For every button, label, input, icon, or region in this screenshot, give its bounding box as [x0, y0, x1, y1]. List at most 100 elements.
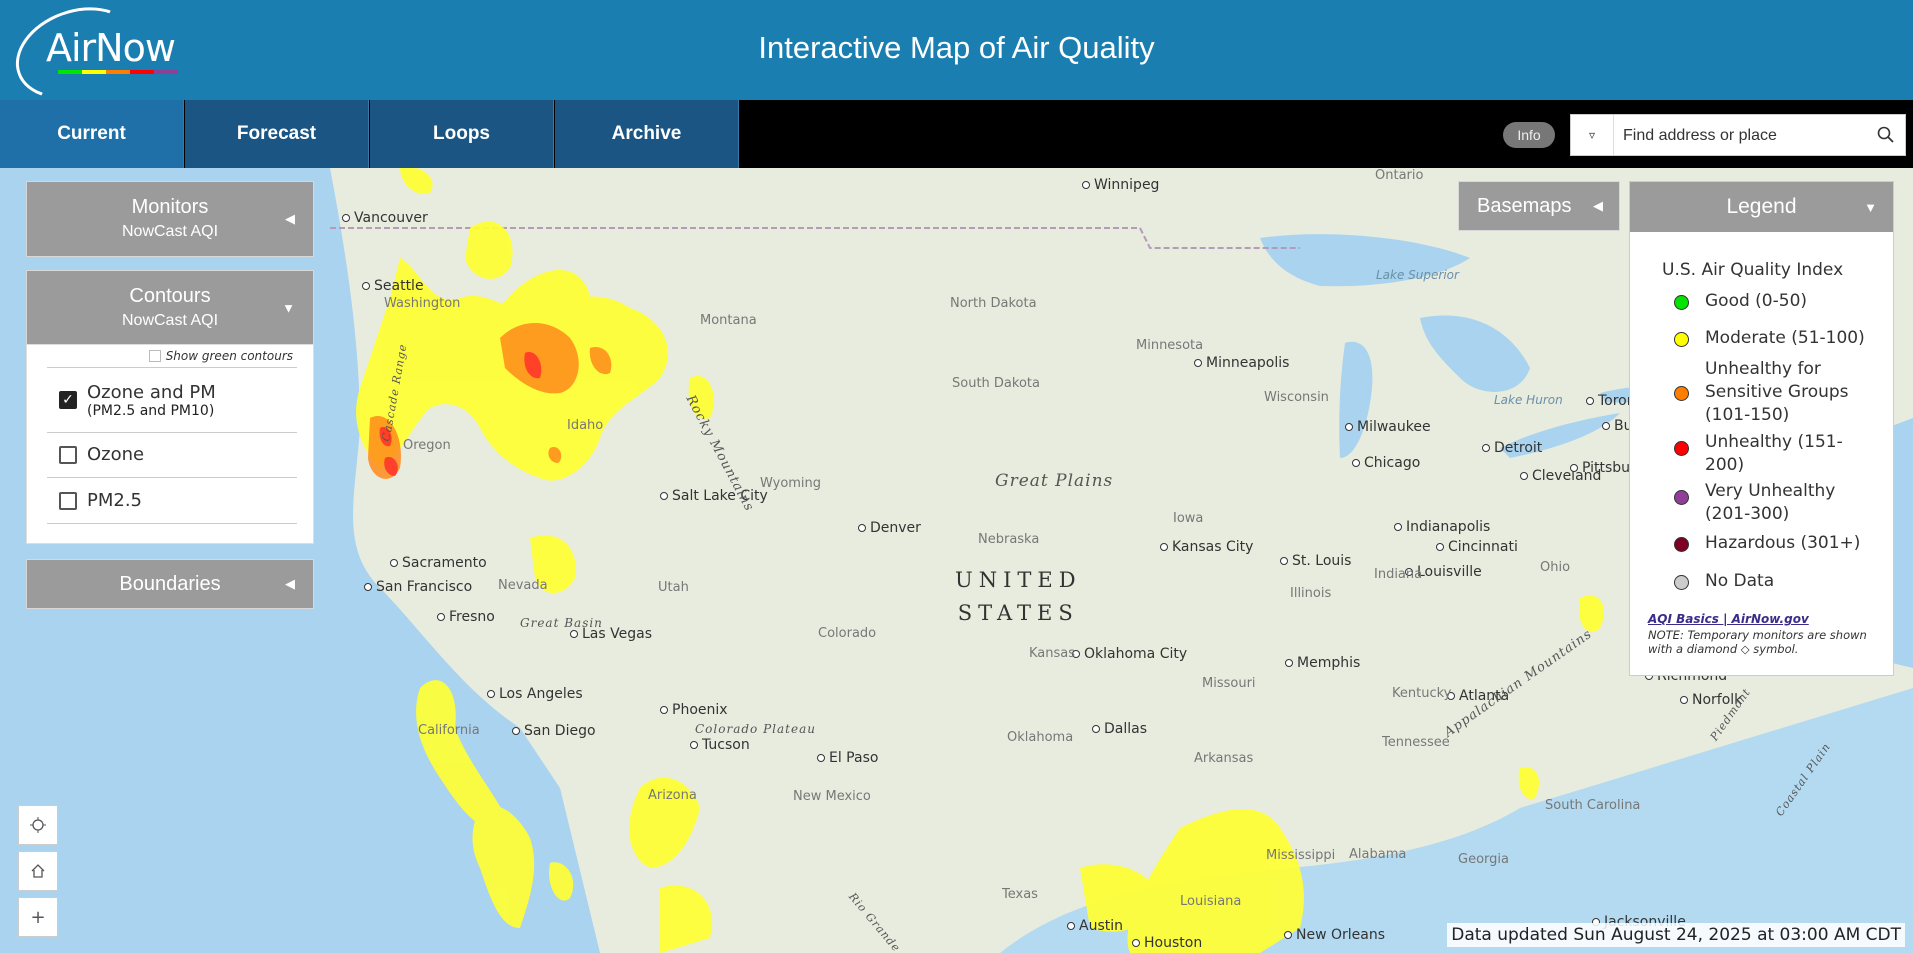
- legend-label: Unhealthy for Sensitive Groups (101-150): [1705, 359, 1849, 425]
- header: AirNow Interactive Map of Air Quality: [0, 0, 1913, 115]
- legend-label: Unhealthy (151-200): [1705, 432, 1843, 475]
- tab-forecast[interactable]: Forecast: [185, 100, 369, 168]
- contours-title: Contours: [129, 285, 211, 307]
- collapse-arrow-icon: ◀: [285, 211, 295, 226]
- show-green-contours-option[interactable]: Show green contours: [148, 349, 293, 363]
- legend-item-no-data: No Data: [1674, 570, 1889, 593]
- search-source-dropdown[interactable]: ▿: [1571, 115, 1614, 155]
- map-state-label: Nevada: [498, 578, 548, 593]
- boundaries-title: Boundaries: [119, 573, 221, 595]
- basemaps-button[interactable]: Basemaps ◀: [1458, 181, 1620, 231]
- legend-item-moderate: Moderate (51-100): [1674, 327, 1889, 350]
- map-state-label: Arizona: [648, 788, 697, 803]
- basemaps-label: Basemaps: [1477, 194, 1572, 217]
- map-state-label: Missouri: [1202, 676, 1256, 691]
- locate-button[interactable]: [18, 805, 58, 845]
- contour-option-ozone-pm[interactable]: ✓ Ozone and PM (PM2.5 and PM10): [47, 367, 297, 433]
- search-input[interactable]: [1621, 115, 1865, 157]
- green-contours-checkbox[interactable]: [148, 350, 161, 362]
- map-state-label: Wyoming: [760, 476, 822, 491]
- map-state-label: California: [418, 723, 480, 738]
- map-water-label: Lake Superior: [1376, 268, 1459, 282]
- contours-panel-body: Show green contours ✓ Ozone and PM (PM2.…: [26, 344, 314, 544]
- chevron-down-icon: ▿: [1588, 128, 1596, 142]
- contour-option-ozone[interactable]: Ozone: [47, 432, 297, 478]
- map-state-label: Montana: [700, 313, 757, 328]
- legend-header[interactable]: Legend ▼: [1630, 182, 1893, 232]
- map-city-label: Winnipeg: [1082, 177, 1159, 193]
- contour-option-pm25[interactable]: PM2.5: [47, 478, 297, 524]
- tab-archive[interactable]: Archive: [555, 100, 739, 168]
- map-city-label: Detroit: [1482, 440, 1542, 456]
- green-contours-label: Show green contours: [165, 349, 293, 363]
- map-state-label: Georgia: [1458, 852, 1509, 867]
- data-updated-timestamp: Data updated Sun August 24, 2025 at 03:0…: [1447, 923, 1905, 947]
- legend-swatch: [1674, 332, 1689, 347]
- map-city-label: Memphis: [1285, 655, 1360, 671]
- map-state-label: Oklahoma: [1007, 730, 1074, 745]
- map-state-label: Indiana: [1374, 567, 1423, 582]
- expand-arrow-icon: ▼: [282, 300, 295, 316]
- page-title: Interactive Map of Air Quality: [758, 30, 1155, 65]
- map-city-label: Sacramento: [390, 555, 487, 571]
- legend-label: No Data: [1705, 571, 1775, 591]
- plus-icon: +: [30, 906, 46, 928]
- locate-icon: [30, 817, 46, 833]
- info-button[interactable]: Info: [1503, 122, 1555, 148]
- legend-item-good: Good (0-50): [1674, 290, 1889, 313]
- monitors-panel-header[interactable]: Monitors NowCast AQI ◀: [26, 181, 314, 257]
- map-city-label: Kansas City: [1160, 539, 1253, 555]
- collapse-arrow-icon: ◀: [285, 576, 295, 591]
- legend-swatch: [1674, 575, 1689, 590]
- tab-current[interactable]: Current: [0, 100, 184, 168]
- monitors-subtitle: NowCast AQI: [121, 223, 219, 240]
- map-state-label: Louisiana: [1180, 894, 1242, 909]
- contours-subtitle: NowCast AQI: [121, 312, 219, 329]
- map-state-label: Texas: [1002, 887, 1038, 902]
- map-state-label: Kansas: [1029, 646, 1076, 661]
- option-label: PM2.5: [87, 490, 143, 511]
- map-city-label: Fresno: [437, 609, 495, 625]
- map-state-label: Ohio: [1540, 560, 1571, 575]
- checkbox-ozone-pm[interactable]: ✓: [59, 391, 77, 409]
- map-city-label: St. Louis: [1280, 553, 1351, 569]
- map-state-label: Illinois: [1290, 586, 1332, 601]
- map-state-label: Oregon: [403, 438, 451, 453]
- legend-note: NOTE: Temporary monitors are shown with …: [1648, 628, 1867, 656]
- legend-swatch: [1674, 295, 1689, 310]
- map-city-label: Dallas: [1092, 721, 1147, 737]
- lake-michigan: [1339, 341, 1373, 458]
- map-state-label: South Dakota: [952, 376, 1040, 391]
- legend-item-hazardous: Hazardous (301+): [1674, 532, 1889, 555]
- contours-panel-header[interactable]: Contours NowCast AQI ▼: [26, 270, 314, 346]
- search-box: ▿: [1570, 114, 1906, 157]
- map-state-label: Idaho: [567, 418, 604, 433]
- legend-swatch: [1674, 490, 1689, 505]
- map-state-label: Iowa: [1173, 511, 1204, 526]
- search-icon[interactable]: [1875, 124, 1897, 146]
- expand-arrow-icon: ▼: [1864, 199, 1877, 215]
- checkbox-ozone[interactable]: [59, 445, 77, 464]
- aqi-basics-link[interactable]: AQI Basics | AirNow.gov: [1648, 612, 1809, 626]
- zoom-in-button[interactable]: +: [18, 897, 58, 937]
- map-city-label: Los Angeles: [487, 686, 583, 702]
- tab-loops[interactable]: Loops: [370, 100, 554, 168]
- map-city-label: El Paso: [817, 750, 878, 766]
- map-region-label: Great Basin: [520, 616, 603, 630]
- legend-item-unhealthy: Unhealthy (151-200): [1674, 431, 1889, 477]
- map-state-label: Alabama: [1349, 847, 1407, 862]
- home-button[interactable]: [18, 851, 58, 891]
- map-city-label: San Diego: [512, 723, 596, 739]
- option-sublabel: (PM2.5 and PM10): [87, 402, 215, 419]
- map-city-label: Tucson: [690, 737, 750, 753]
- map-state-label: Tennessee: [1382, 735, 1450, 750]
- legend-swatch: [1674, 441, 1689, 456]
- option-label: Ozone: [87, 444, 145, 465]
- map-city-label: Vancouver: [342, 210, 428, 226]
- checkbox-pm25[interactable]: [59, 491, 77, 510]
- boundaries-panel-header[interactable]: Boundaries ◀: [26, 559, 314, 609]
- legend-title-label: Legend: [1726, 195, 1797, 218]
- legend-panel: Legend ▼ U.S. Air Quality Index Good (0-…: [1629, 181, 1894, 676]
- legend-swatch: [1674, 386, 1689, 401]
- map-country-label: UNITED STATES: [955, 568, 1082, 625]
